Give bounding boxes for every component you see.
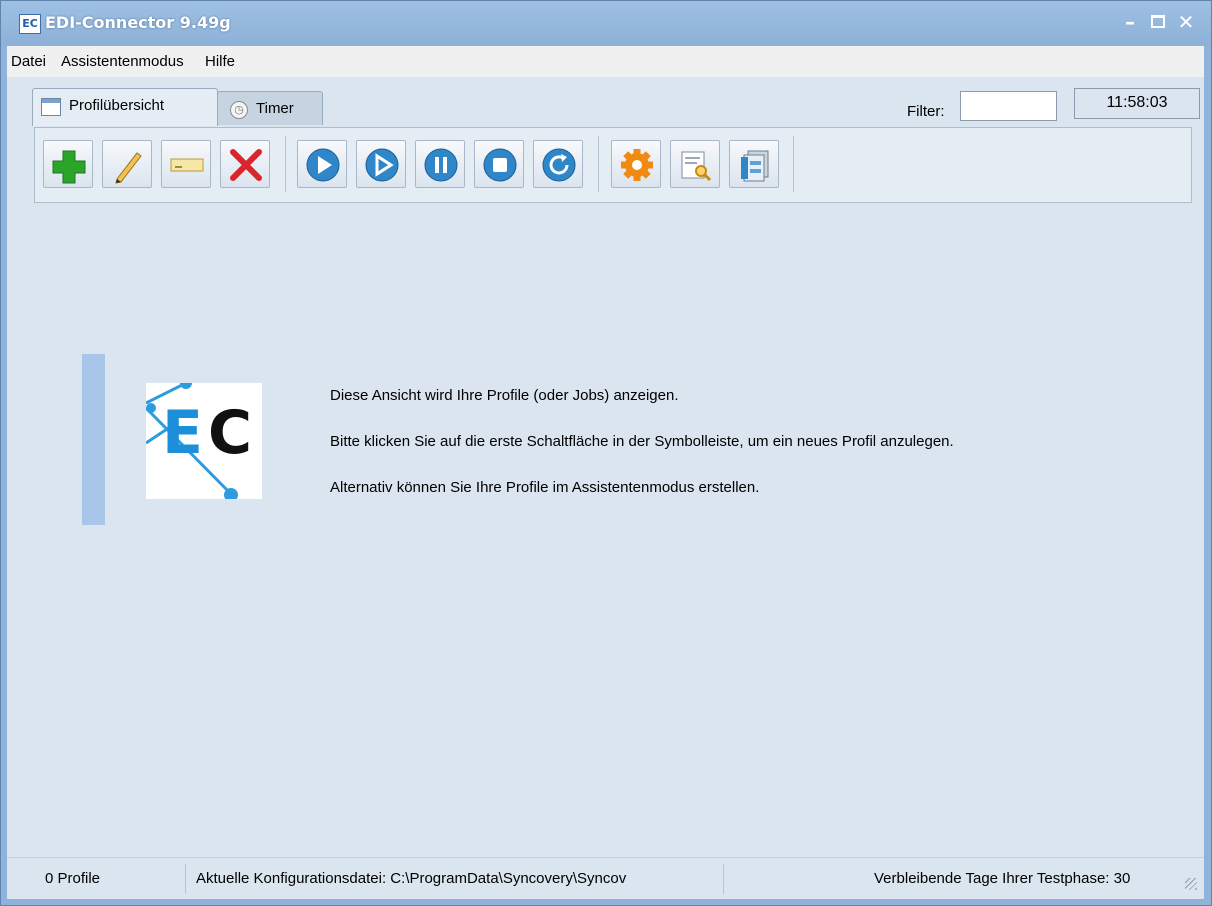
- svg-text:C: C: [208, 398, 252, 468]
- gear-icon: [621, 149, 653, 181]
- run-attended-button[interactable]: [356, 140, 406, 188]
- maximize-button[interactable]: [1147, 11, 1169, 33]
- app-window: EC EDI-Connector 9.49g – ✕ Datei Assiste…: [0, 0, 1212, 906]
- filter-input[interactable]: [960, 91, 1057, 121]
- status-separator: [185, 864, 186, 894]
- minimize-button[interactable]: –: [1119, 11, 1141, 33]
- status-config-file: Aktuelle Konfigurationsdatei: C:\Program…: [196, 870, 627, 887]
- welcome-line-3: Alternativ können Sie Ihre Profile im As…: [330, 479, 760, 496]
- tab-profiluebersicht[interactable]: Profilübersicht: [32, 88, 218, 126]
- toolbar-separator: [793, 136, 794, 192]
- welcome-line-2: Bitte klicken Sie auf die erste Schaltfl…: [330, 433, 954, 450]
- title-bar[interactable]: EC EDI-Connector 9.49g – ✕: [1, 1, 1211, 45]
- document-search-icon: [681, 151, 712, 182]
- refresh-icon: [542, 148, 576, 182]
- pencil-icon: [115, 152, 142, 184]
- menu-hilfe[interactable]: Hilfe: [205, 53, 235, 70]
- ec-logo: E C: [146, 383, 262, 499]
- delete-x-icon: [230, 149, 262, 181]
- status-trial-days: Verbleibende Tage Ihrer Testphase: 30: [874, 870, 1131, 887]
- menu-datei[interactable]: Datei: [11, 53, 46, 70]
- stacked-files-icon: [741, 150, 769, 182]
- app-icon[interactable]: EC: [19, 14, 41, 34]
- stop-icon: [483, 148, 517, 182]
- pause-button[interactable]: [415, 140, 465, 188]
- plus-icon: [52, 150, 86, 184]
- status-profile-count: 0 Profile: [45, 870, 101, 887]
- accent-bar: [82, 354, 105, 525]
- filter-label: Filter:: [907, 103, 945, 120]
- restart-button[interactable]: [533, 140, 583, 188]
- menu-assistentenmodus[interactable]: Assistentenmodus: [61, 53, 184, 70]
- clock-icon: ◷: [230, 101, 248, 119]
- run-button[interactable]: [297, 140, 347, 188]
- close-button[interactable]: ✕: [1175, 11, 1197, 33]
- delete-profile-button[interactable]: [220, 140, 270, 188]
- window-title: EDI-Connector 9.49g: [45, 13, 231, 32]
- welcome-line-1: Diese Ansicht wird Ihre Profile (oder Jo…: [330, 387, 679, 404]
- database-button[interactable]: [729, 140, 779, 188]
- main-area: ◷ Timer Profilübersicht Filter: 11:58:03: [7, 77, 1204, 899]
- toolbar: [34, 127, 1192, 203]
- rename-profile-button[interactable]: [161, 140, 211, 188]
- settings-button[interactable]: [611, 140, 661, 188]
- tab-timer-label: Timer: [256, 100, 294, 117]
- pause-icon: [424, 148, 458, 182]
- play-outline-icon: [365, 148, 399, 182]
- stop-button[interactable]: [474, 140, 524, 188]
- tab-profiluebersicht-label: Profilübersicht: [69, 97, 165, 114]
- add-profile-button[interactable]: [43, 140, 93, 188]
- tab-timer[interactable]: ◷ Timer: [217, 91, 323, 125]
- menu-bar: Datei Assistentenmodus Hilfe: [7, 46, 1204, 77]
- textfield-icon: [170, 158, 204, 172]
- status-bar: 0 Profile Aktuelle Konfigurationsdatei: …: [7, 857, 1204, 899]
- calendar-icon: [41, 98, 61, 116]
- toolbar-separator: [285, 136, 286, 192]
- status-separator: [723, 864, 724, 894]
- log-viewer-button[interactable]: [670, 140, 720, 188]
- clock-display: 11:58:03: [1074, 88, 1200, 119]
- play-icon: [306, 148, 340, 182]
- svg-text:E: E: [162, 398, 203, 468]
- resize-grip[interactable]: [1185, 878, 1197, 890]
- toolbar-separator: [598, 136, 599, 192]
- edit-profile-button[interactable]: [102, 140, 152, 188]
